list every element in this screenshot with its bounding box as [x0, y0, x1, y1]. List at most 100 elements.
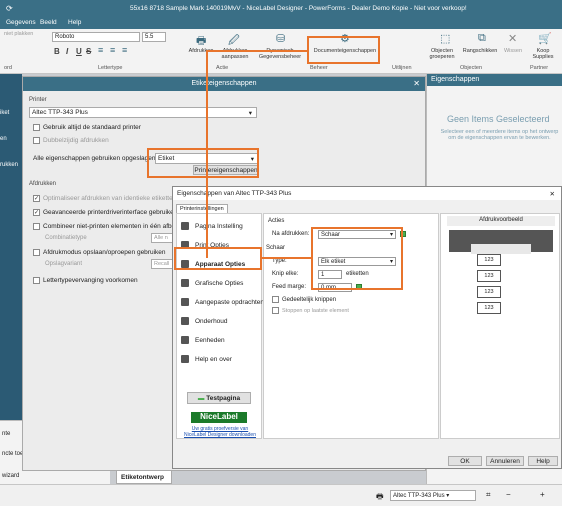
bold-button[interactable]: B [54, 47, 60, 56]
store-variant-label: Opslagvariant [45, 261, 83, 267]
print-preview-panel: Afdrukvoorbeeld 123 123 123 123 [440, 213, 560, 439]
stop-last-checkbox[interactable]: Stoppen op laatste element [272, 307, 349, 314]
nav-help-about[interactable]: Help en over [181, 355, 232, 363]
tab-label-design[interactable]: Etiketontwerp [116, 470, 172, 484]
menu-help[interactable]: Help [68, 19, 81, 26]
no-items-hint: Selecteer een of meerdere items op het o… [440, 129, 559, 141]
optimize-checkbox[interactable]: ✓ Optimaliseer afdrukken van identieke et… [33, 195, 176, 202]
align-right-icon[interactable]: ≡ [122, 45, 127, 55]
tab-printer-settings[interactable]: Printerinstellingen [176, 204, 228, 213]
partner-group-label: Partner [530, 65, 549, 71]
group-objects-button[interactable]: Objecten groeperen [424, 48, 460, 60]
align-center-icon[interactable]: ≡ [110, 45, 115, 55]
store-props-label: Alle eigenschappen gebruiken opgeslagen … [33, 155, 165, 162]
advanced-driver-checkbox[interactable]: ✓ Geavanceerde printerdriverinterface geb… [33, 209, 177, 216]
preview-label: 123 [477, 254, 501, 266]
highlight-device-options [174, 247, 262, 270]
printer-selector[interactable]: Altec TTP-343 Plus ▾ [390, 490, 476, 501]
menu-beeld[interactable]: Beeld [40, 19, 57, 26]
align-left-icon[interactable]: ≡ [98, 45, 103, 55]
left-pane-item[interactable]: iket [0, 110, 9, 116]
nav-maintenance[interactable]: Onderhoud [181, 317, 228, 325]
manage-group-label: Beheer [310, 65, 328, 71]
align-group-label: Uitlijnen [392, 65, 412, 71]
trial-download-link[interactable]: Uw gratis proefversie van NiceLabel Desi… [181, 426, 259, 438]
printer-section-label: Printer [29, 97, 47, 103]
driver-close-icon[interactable]: ✕ [550, 190, 555, 198]
combine-type-label: Combinatietype [45, 235, 87, 241]
zoom-out-icon[interactable]: − [506, 490, 511, 499]
remove-icon[interactable]: ✕ [508, 32, 517, 45]
objects-group-label: Objecten [460, 65, 483, 71]
strike-button[interactable]: S [86, 47, 91, 56]
highlight-document-properties [307, 36, 380, 64]
store-mode-checkbox[interactable]: Afdrukmodus opslaan/oproepen gebruiken [33, 249, 166, 256]
actions-heading: Acties [268, 218, 285, 224]
driver-dialog-title: Eigenschappen van Altec TTP-343 Plus [177, 190, 292, 197]
preview-label: 123 [477, 270, 501, 282]
cut-each-label: Knip elke: [272, 271, 299, 277]
paste-label[interactable]: niet plakken [4, 31, 33, 37]
default-printer-checkbox[interactable]: Gebruik altijd de standaard printer [33, 124, 141, 131]
order-button[interactable]: Rangschikken [462, 48, 498, 54]
nav-custom-commands[interactable]: Aangepaste opdrachten [181, 298, 264, 306]
label-properties-title: Etiketeigenschappen [23, 77, 425, 91]
annotation-connector [262, 257, 312, 259]
app-icon: ⟳ [6, 4, 13, 13]
printer-slot-graphic [471, 244, 531, 254]
highlight-printer-properties [147, 148, 259, 178]
cancel-button[interactable]: Annuleren [486, 456, 524, 466]
zoom-fit-icon[interactable]: ⌗ [486, 490, 491, 500]
menu-gegevens[interactable]: Gegevens [6, 19, 36, 26]
remove-button[interactable]: Wissen [502, 48, 524, 54]
annotation-connector [206, 178, 208, 188]
nav-graphic-options[interactable]: Grafische Opties [181, 279, 243, 287]
font-size-combo[interactable]: 5.5 [142, 32, 166, 42]
partial-cut-checkbox[interactable]: Gedeeltelijk knippen [272, 296, 336, 303]
highlight-cutter-settings [311, 227, 403, 290]
driver-dialog-title-bar: Eigenschappen van Altec TTP-343 Plus ✕ [173, 187, 561, 200]
combine-checkbox[interactable]: Combineer niet-printen elementen in één … [33, 223, 193, 230]
feed-margin-label: Feed marge: [272, 284, 307, 290]
test-page-icon: ▬ [197, 395, 205, 402]
cutter-heading: Schaar [266, 245, 286, 251]
italic-button[interactable]: I [66, 47, 68, 56]
font-name-combo[interactable]: Roboto [52, 32, 140, 42]
order-icon[interactable]: ⧉ [478, 32, 486, 45]
help-button[interactable]: Help [528, 456, 558, 466]
cart-icon[interactable]: 🛒 [538, 32, 552, 45]
menu-bar: Gegevens Beeld Help [0, 18, 562, 29]
preview-label: 123 [477, 286, 501, 298]
left-lower-item[interactable]: wizard [2, 473, 19, 479]
close-icon[interactable]: ✕ [413, 79, 420, 88]
preview-label: 123 [477, 302, 501, 314]
group-objects-icon[interactable]: ⬚ [440, 32, 450, 45]
font-group-label: Lettertype [98, 65, 123, 71]
nav-units[interactable]: Eenheden [181, 336, 225, 344]
left-pane-item[interactable]: en [0, 136, 7, 142]
print-section-label: Afdrukken [29, 181, 57, 187]
font-replace-checkbox[interactable]: Lettertypevervanging voorkomen [33, 277, 138, 284]
printer-select[interactable]: Altec TTP-343 Plus ▾ [29, 107, 257, 118]
window-title: 55x16 8718 Sample Mark 140019MvV - NiceL… [130, 5, 467, 12]
database-icon[interactable]: ⛁ [276, 32, 285, 45]
printer-icon: 🖶 [376, 492, 384, 501]
buy-supplies-button[interactable]: Koop Supplies [528, 48, 558, 60]
left-group-label: ord [4, 65, 12, 71]
no-items-heading: Geen Items Geselecteerd [447, 114, 550, 124]
nicelabel-logo: NiceLabel [191, 412, 247, 423]
left-pane-item[interactable]: rukken [0, 162, 18, 168]
underline-button[interactable]: U [76, 47, 82, 56]
zoom-in-icon[interactable]: + [540, 490, 545, 499]
annotation-connector [206, 50, 307, 52]
left-lower-item[interactable]: nte [2, 431, 10, 437]
test-page-button[interactable]: ▬ Testpagina [187, 392, 251, 404]
action-group-label: Actie [216, 65, 229, 71]
title-bar: ⟳ 55x16 8718 Sample Mark 140019MvV - Nic… [0, 0, 562, 18]
preview-heading: Afdrukvoorbeeld [447, 216, 555, 226]
nav-page-setup[interactable]: Pagina Instelling [181, 222, 243, 230]
after-print-label: Na afdrukken: [272, 231, 310, 237]
status-bar: 🖶 Altec TTP-343 Plus ▾ ⌗ − + [0, 484, 562, 506]
ok-button[interactable]: OK [448, 456, 482, 466]
duplex-checkbox[interactable]: Dubbelzijdig afdrukken [33, 137, 109, 144]
